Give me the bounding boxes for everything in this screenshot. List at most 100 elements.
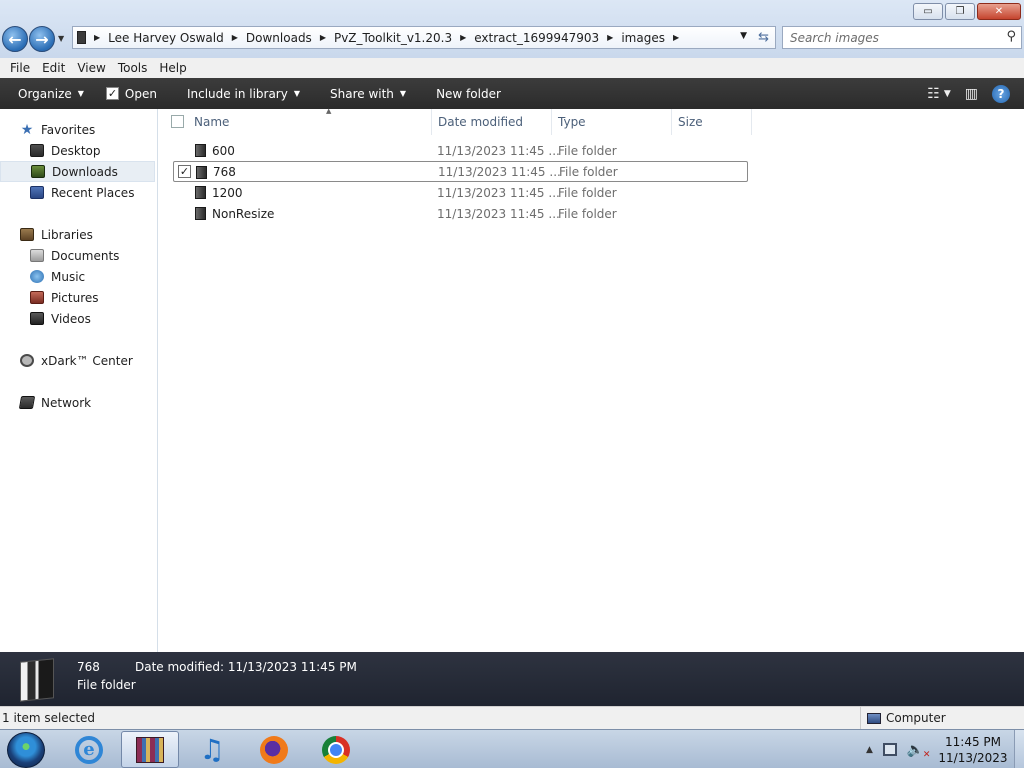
xdark-center-icon bbox=[20, 354, 34, 367]
details-type: File folder bbox=[77, 678, 136, 692]
file-date: 11/13/2023 11:45 ... bbox=[437, 185, 560, 200]
breadcrumb-separator-icon[interactable]: ▶ bbox=[460, 33, 466, 42]
taskbar-winrar[interactable] bbox=[121, 731, 179, 768]
computer-icon bbox=[867, 712, 881, 724]
table-row[interactable]: NonResize 11/13/2023 11:45 ... File fold… bbox=[173, 203, 748, 224]
taskbar-firefox[interactable] bbox=[245, 731, 303, 768]
nav-pictures[interactable]: Pictures bbox=[0, 287, 157, 308]
documents-icon bbox=[30, 249, 44, 262]
new-folder-button[interactable]: New folder bbox=[436, 87, 501, 101]
favorites-group: ★ Favorites Desktop Downloads Recent Pla… bbox=[0, 119, 157, 203]
file-type: File folder bbox=[558, 185, 617, 200]
maximize-button[interactable]: ❐ bbox=[945, 3, 975, 20]
folder-icon bbox=[196, 166, 207, 179]
libraries-group: Libraries Documents Music Pictures Video… bbox=[0, 224, 157, 329]
show-desktop-button[interactable] bbox=[1014, 730, 1024, 768]
breadcrumb-separator-icon[interactable]: ▶ bbox=[607, 33, 613, 42]
nav-downloads[interactable]: Downloads bbox=[0, 161, 155, 182]
nav-network[interactable]: Network bbox=[0, 392, 157, 413]
nav-videos[interactable]: Videos bbox=[0, 308, 157, 329]
desktop-icon bbox=[30, 144, 44, 157]
help-icon[interactable]: ? bbox=[992, 84, 1010, 103]
breadcrumb-item[interactable]: Lee Harvey Oswald bbox=[108, 31, 224, 45]
column-header-name[interactable]: Name ▲ bbox=[188, 107, 432, 135]
nav-favorites[interactable]: ★ Favorites bbox=[0, 119, 157, 140]
nav-libraries[interactable]: Libraries bbox=[0, 224, 157, 245]
search-icon[interactable]: ⚲ bbox=[1006, 29, 1016, 44]
volume-muted-icon[interactable]: 🔈 ✕ bbox=[907, 742, 930, 760]
address-bar[interactable]: ▶ Lee Harvey Oswald ▶ Downloads ▶ PvZ_To… bbox=[72, 26, 776, 49]
taskbar-internet-explorer[interactable]: e bbox=[60, 731, 118, 768]
column-headers: Name ▲ Date modified Type Size bbox=[159, 107, 759, 135]
start-button[interactable] bbox=[7, 732, 45, 768]
network-group: Network bbox=[0, 392, 157, 413]
taskbar-itunes[interactable]: ♫ bbox=[183, 731, 241, 768]
chevron-down-icon: ▼ bbox=[77, 89, 84, 98]
open-button[interactable]: ✓ Open bbox=[105, 87, 157, 101]
back-button[interactable]: ← bbox=[2, 26, 28, 52]
window-titlebar: ▭ ❐ ✕ ← → ▼ ▶ Lee Harvey Oswald ▶ Downlo… bbox=[0, 0, 1024, 58]
column-header-type[interactable]: Type bbox=[552, 109, 672, 135]
address-history-dropdown-icon[interactable]: ▼ bbox=[740, 31, 747, 41]
breadcrumb-separator-icon[interactable]: ▶ bbox=[232, 33, 238, 42]
file-name: 1200 bbox=[212, 185, 243, 200]
nav-label: Recent Places bbox=[51, 185, 135, 200]
menu-tools[interactable]: Tools bbox=[112, 61, 154, 75]
refresh-icon[interactable]: ⇆ bbox=[758, 30, 769, 45]
taskbar-chrome[interactable] bbox=[307, 731, 365, 768]
menu-edit[interactable]: Edit bbox=[36, 61, 71, 75]
breadcrumb-separator-icon[interactable]: ▶ bbox=[673, 33, 679, 42]
menu-file[interactable]: File bbox=[4, 61, 36, 75]
pictures-icon bbox=[30, 291, 44, 304]
network-status-icon[interactable] bbox=[882, 743, 897, 756]
share-with-button[interactable]: Share with ▼ bbox=[330, 87, 406, 101]
preview-pane-icon[interactable]: ▥ bbox=[965, 86, 978, 102]
forward-button[interactable]: → bbox=[29, 26, 55, 52]
share-with-label: Share with bbox=[330, 86, 394, 101]
nav-music[interactable]: Music bbox=[0, 266, 157, 287]
videos-icon bbox=[30, 312, 44, 325]
menu-help[interactable]: Help bbox=[153, 61, 192, 75]
folder-location-icon bbox=[77, 31, 86, 44]
selection-count: 1 item selected bbox=[2, 711, 96, 725]
column-header-date[interactable]: Date modified bbox=[432, 109, 552, 135]
organize-button[interactable]: Organize ▼ bbox=[18, 87, 84, 101]
window-controls: ▭ ❐ ✕ bbox=[913, 3, 1021, 20]
table-row[interactable]: 1200 11/13/2023 11:45 ... File folder bbox=[173, 182, 748, 203]
include-in-library-button[interactable]: Include in library ▼ bbox=[187, 87, 300, 101]
downloads-icon bbox=[31, 165, 45, 178]
table-row[interactable]: ✓ 768 11/13/2023 11:45 ... File folder bbox=[173, 161, 748, 182]
file-type: File folder bbox=[559, 164, 618, 179]
network-icon bbox=[18, 396, 36, 409]
breadcrumb-separator-icon[interactable]: ▶ bbox=[320, 33, 326, 42]
close-button[interactable]: ✕ bbox=[977, 3, 1021, 20]
select-all-checkbox[interactable] bbox=[171, 115, 184, 128]
menu-view[interactable]: View bbox=[71, 61, 111, 75]
nav-xdark-center[interactable]: xDark™ Center bbox=[0, 350, 157, 371]
breadcrumb-separator-icon[interactable]: ▶ bbox=[94, 33, 100, 42]
clock-time: 11:45 PM bbox=[945, 735, 1001, 749]
libraries-icon bbox=[20, 228, 34, 241]
nav-recent-places[interactable]: Recent Places bbox=[0, 182, 157, 203]
arrow-right-icon: → bbox=[35, 29, 49, 49]
music-icon bbox=[30, 270, 44, 283]
change-view-icon[interactable]: ☷ bbox=[927, 86, 940, 102]
minimize-button[interactable]: ▭ bbox=[913, 3, 943, 20]
nav-desktop[interactable]: Desktop bbox=[0, 140, 157, 161]
show-hidden-icons-icon[interactable]: ▲ bbox=[866, 745, 873, 755]
column-header-size[interactable]: Size bbox=[672, 109, 752, 135]
clock[interactable]: 11:45 PM 11/13/2023 bbox=[937, 734, 1009, 766]
nav-documents[interactable]: Documents bbox=[0, 245, 157, 266]
table-row[interactable]: 600 11/13/2023 11:45 ... File folder bbox=[173, 140, 748, 161]
taskbar: e ♫ ▲ 🔈 ✕ 11:45 PM 11/13/2023 bbox=[0, 729, 1024, 768]
breadcrumb-item[interactable]: Downloads bbox=[246, 31, 312, 45]
recent-pages-dropdown-icon[interactable]: ▼ bbox=[58, 34, 64, 43]
row-checkbox[interactable]: ✓ bbox=[178, 165, 191, 178]
breadcrumb-item[interactable]: extract_1699947903 bbox=[474, 31, 599, 45]
breadcrumb-item[interactable]: PvZ_Toolkit_v1.20.3 bbox=[334, 31, 452, 45]
search-input[interactable]: Search images ⚲ bbox=[782, 26, 1022, 49]
file-date: 11/13/2023 11:45 ... bbox=[437, 143, 560, 158]
breadcrumb-item[interactable]: images bbox=[621, 31, 665, 45]
menu-bar: File Edit View Tools Help bbox=[0, 58, 1024, 78]
chevron-down-icon[interactable]: ▼ bbox=[944, 89, 951, 99]
